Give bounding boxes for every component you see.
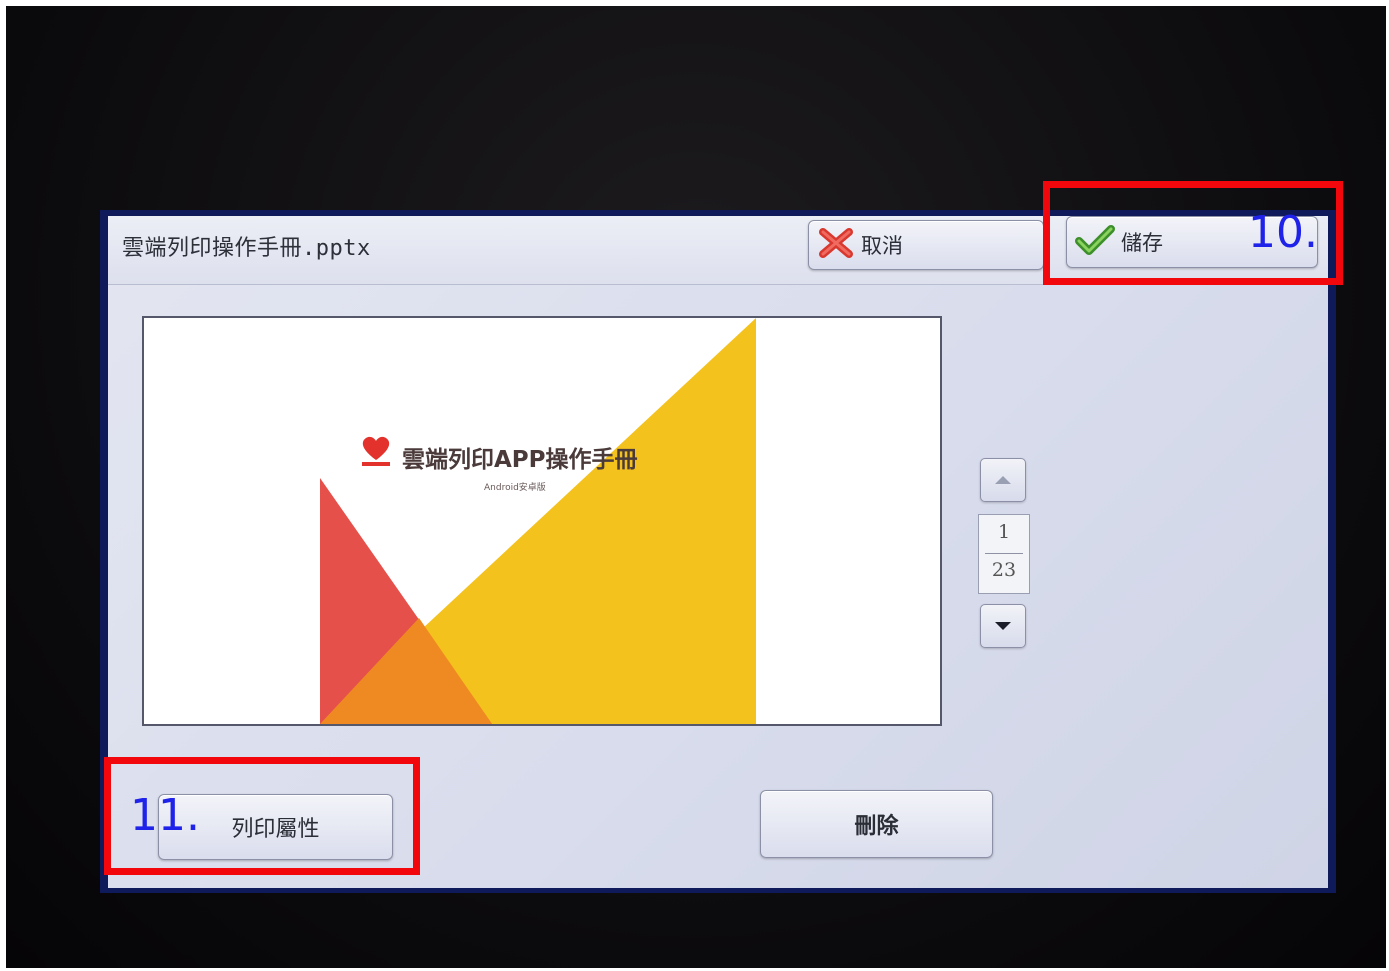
heart-logo-icon [356,430,396,474]
delete-label: 刪除 [854,814,899,839]
total-pages: 23 [991,559,1017,581]
triangle-up-icon [995,476,1011,484]
document-title: 雲端列印操作手冊.pptx [122,236,371,261]
step-number-10: 10. [1248,207,1318,258]
page-down-button[interactable] [980,604,1026,648]
slide-graphic [320,318,756,724]
page-separator [985,553,1023,554]
slide-title: 雲端列印APP操作手冊 [402,447,638,473]
cancel-label: 取消 [861,234,903,258]
page-up-button[interactable] [980,458,1026,502]
triangle-down-icon [995,622,1011,630]
delete-button[interactable]: 刪除 [760,790,993,858]
page-counter: 1 23 [978,514,1030,594]
current-page: 1 [997,521,1011,543]
slide-preview: 雲端列印APP操作手冊 Android安卓版 [142,316,942,726]
red-x-icon [817,226,855,265]
cancel-button[interactable]: 取消 [808,220,1044,270]
slide-subtitle: Android安卓版 [484,483,546,493]
step-number-11: 11. [130,790,200,841]
